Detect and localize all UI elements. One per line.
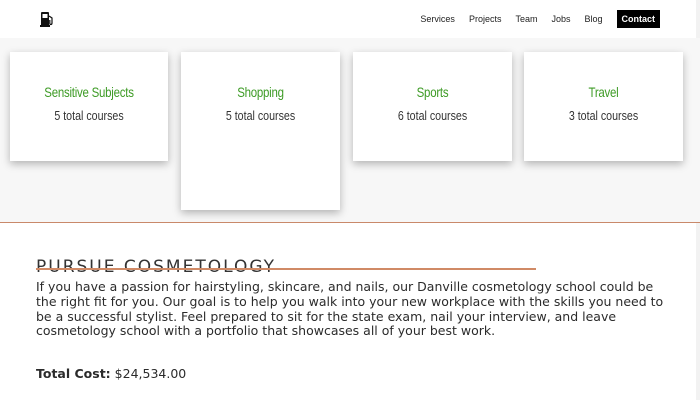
total-cost-value: $24,534.00: [114, 366, 187, 381]
total-cost: Total Cost: $24,534.00: [36, 366, 186, 381]
section-description: If you have a passion for hairstyling, s…: [36, 279, 664, 339]
card-course-count: 3 total courses: [568, 108, 639, 123]
card-title: Sensitive Subjects: [44, 84, 134, 100]
nav-item-services[interactable]: Services: [420, 14, 455, 24]
main-nav: Services Projects Team Jobs Blog Contact: [420, 10, 660, 28]
nav-item-jobs[interactable]: Jobs: [551, 14, 570, 24]
nav-item-projects[interactable]: Projects: [469, 14, 502, 24]
title-underline: [36, 268, 536, 270]
nav-item-team[interactable]: Team: [515, 14, 537, 24]
card-title: Shopping: [237, 84, 284, 100]
section-divider: [0, 222, 700, 223]
fuel-pump-icon[interactable]: [40, 10, 54, 28]
category-card-travel[interactable]: Travel 3 total courses: [524, 52, 683, 161]
category-card-sensitive-subjects[interactable]: Sensitive Subjects 5 total courses: [10, 52, 168, 161]
card-course-count: 5 total courses: [54, 108, 124, 123]
card-course-count: 6 total courses: [397, 108, 468, 123]
card-title: Travel: [588, 84, 619, 100]
site-header: Services Projects Team Jobs Blog Contact: [0, 0, 700, 38]
card-course-count: 5 total courses: [225, 108, 296, 123]
course-categories: Sensitive Subjects 5 total courses Shopp…: [0, 38, 700, 222]
category-card-shopping[interactable]: Shopping 5 total courses: [181, 52, 340, 210]
card-title: Sports: [416, 84, 449, 100]
total-cost-label: Total Cost:: [36, 366, 111, 381]
category-card-sports[interactable]: Sports 6 total courses: [353, 52, 512, 161]
nav-item-blog[interactable]: Blog: [584, 14, 602, 24]
contact-button[interactable]: Contact: [616, 10, 660, 28]
